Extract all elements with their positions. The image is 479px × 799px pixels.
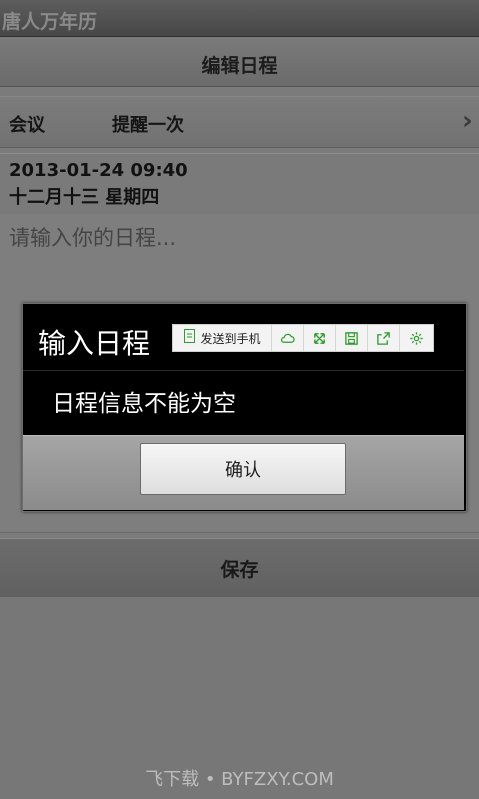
expand-button[interactable]: [304, 325, 336, 351]
share-icon: [377, 331, 390, 345]
lunar-date-value: 十二月十三 星期四: [9, 187, 160, 208]
send-to-phone-icon: [183, 329, 196, 347]
confirm-button[interactable]: 确认: [140, 443, 346, 495]
send-to-phone-label: 发送到手机: [200, 331, 261, 346]
save-icon: [345, 331, 358, 345]
remind-option[interactable]: 提醒一次: [112, 111, 184, 137]
send-to-phone-button[interactable]: 发送到手机: [173, 325, 272, 351]
save-icon-button[interactable]: [336, 325, 368, 351]
page-title: 编辑日程: [201, 55, 278, 77]
app-title: 唐人万年历: [2, 11, 98, 33]
share-button[interactable]: [368, 325, 400, 351]
dialog-title: 输入日程: [38, 327, 151, 360]
date-time-value: 2013-01-24 09:40: [9, 160, 188, 181]
cloud-button[interactable]: [272, 325, 304, 351]
save-button-label: 保存: [220, 559, 259, 581]
settings-icon: [409, 331, 423, 345]
dialog-message: 日程信息不能为空: [52, 391, 236, 417]
floating-toolbar: 发送到手机: [172, 324, 434, 352]
expand-icon: [314, 332, 325, 344]
cloud-icon: [280, 333, 295, 343]
settings-button[interactable]: [400, 325, 432, 351]
event-type-label: 会议: [9, 115, 45, 136]
chevron-right-icon[interactable]: ›: [462, 106, 473, 136]
dialog-divider: [23, 370, 464, 371]
watermark: 飞下载 • BYFZXY.COM: [145, 769, 334, 790]
event-type-row[interactable]: [0, 96, 479, 148]
schedule-placeholder: 请输入你的日程...: [9, 226, 177, 250]
